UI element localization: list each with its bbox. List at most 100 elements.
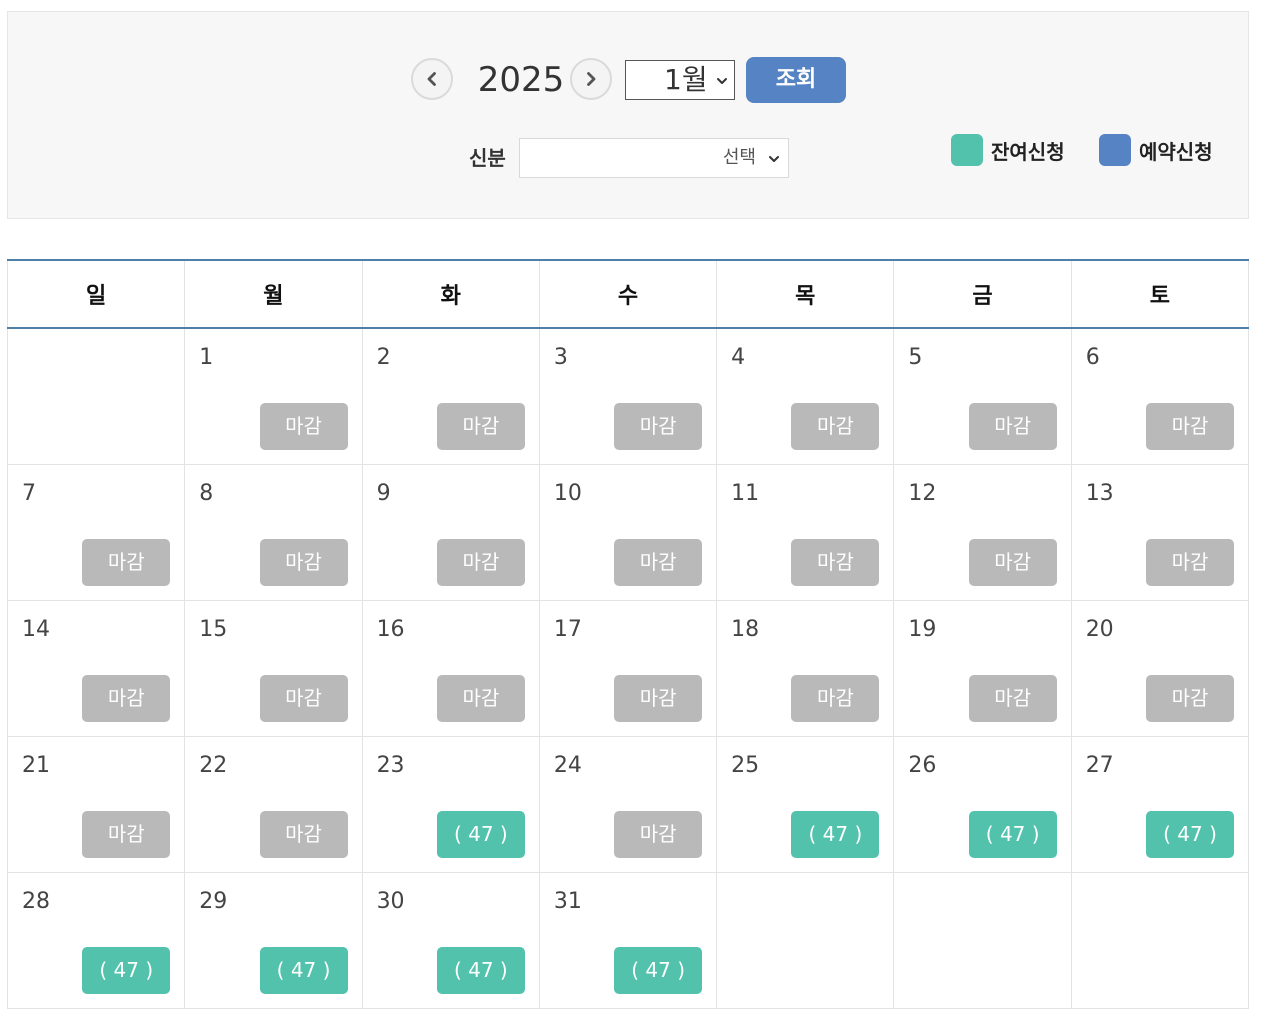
closed-slot-badge: 마감 bbox=[614, 810, 703, 858]
day-number: 5 bbox=[908, 345, 923, 370]
day-number: 8 bbox=[199, 480, 214, 506]
day-number: 10 bbox=[553, 480, 582, 506]
closed-slot-badge: 마감 bbox=[259, 403, 348, 450]
closed-slot-badge: 마감 bbox=[259, 538, 348, 586]
calendar-week-row: 1 마감 2 마감 3 마감 4 마감 5 마감 6 마감 bbox=[6, 327, 1250, 465]
calendar-day-cell: 10 마감 bbox=[538, 463, 718, 601]
calendar-week-row: 21 마감 22 마감 23 ( 47 ) 24 마감 25 ( 47 ) 26 ( 47 ) 27 ( … bbox=[6, 735, 1250, 873]
closed-slot-badge: 마감 bbox=[436, 538, 525, 586]
day-number: 19 bbox=[908, 616, 937, 642]
day-number: 3 bbox=[553, 345, 568, 370]
apply-slot-button[interactable]: ( 47 ) bbox=[1146, 810, 1234, 858]
chevron-down-icon bbox=[717, 78, 727, 84]
calendar-day-cell: 18 마감 bbox=[716, 599, 895, 737]
calendar-day-cell: 30 ( 47 ) bbox=[361, 871, 540, 1009]
calendar-day-cell: 5 마감 bbox=[893, 327, 1072, 465]
month-select-value: 1월 bbox=[664, 63, 708, 96]
calendar-day-cell: 15 마감 bbox=[184, 599, 363, 737]
closed-slot-badge: 마감 bbox=[436, 403, 525, 450]
weekday-header: 월 bbox=[184, 260, 363, 329]
day-number: 31 bbox=[553, 888, 582, 914]
search-panel: 2025 1월 조회 신분 선택 잔여신청 예약신청 bbox=[7, 11, 1249, 219]
legend-label-remaining: 잔여신청 bbox=[991, 139, 1065, 164]
legend-remaining: 잔여신청 bbox=[951, 134, 1065, 166]
closed-slot-badge: 마감 bbox=[82, 810, 171, 858]
calendar-day-cell: 9 마감 bbox=[361, 463, 540, 601]
legend-swatch-remaining bbox=[951, 134, 983, 166]
day-number: 13 bbox=[1085, 480, 1114, 506]
day-number: 12 bbox=[908, 480, 937, 506]
status-select[interactable]: 선택 bbox=[519, 138, 789, 178]
calendar-empty-cell bbox=[716, 871, 895, 1009]
weekday-header-row: 일월화수목금토 bbox=[6, 260, 1250, 329]
day-number: 30 bbox=[376, 888, 405, 914]
month-select[interactable]: 1월 bbox=[625, 60, 735, 100]
apply-slot-button[interactable]: ( 47 ) bbox=[791, 810, 880, 858]
calendar-week-row: 7 마감 8 마감 9 마감 10 마감 11 마감 12 마감 13 마감 bbox=[6, 463, 1250, 601]
day-number: 28 bbox=[22, 888, 50, 914]
chevron-left-icon bbox=[427, 72, 436, 86]
apply-slot-button[interactable]: ( 47 ) bbox=[968, 810, 1057, 858]
day-number: 11 bbox=[731, 480, 760, 506]
calendar-day-cell: 8 마감 bbox=[184, 463, 363, 601]
calendar-day-cell: 27 ( 47 ) bbox=[1070, 735, 1250, 873]
calendar-day-cell: 24 마감 bbox=[538, 735, 718, 873]
search-button[interactable]: 조회 bbox=[746, 57, 846, 103]
calendar-day-cell: 28 ( 47 ) bbox=[6, 871, 186, 1009]
day-number: 18 bbox=[731, 616, 760, 642]
closed-slot-badge: 마감 bbox=[259, 674, 348, 722]
apply-slot-button[interactable]: ( 47 ) bbox=[436, 810, 525, 858]
chevron-down-icon bbox=[769, 156, 779, 162]
apply-slot-button[interactable]: ( 47 ) bbox=[436, 946, 525, 994]
closed-slot-badge: 마감 bbox=[968, 403, 1057, 450]
closed-slot-badge: 마감 bbox=[82, 538, 171, 586]
status-label: 신분 bbox=[469, 146, 506, 170]
day-number: 6 bbox=[1085, 345, 1100, 370]
calendar-day-cell: 23 ( 47 ) bbox=[361, 735, 540, 873]
closed-slot-badge: 마감 bbox=[1146, 674, 1234, 722]
next-year-button[interactable] bbox=[570, 58, 612, 100]
closed-slot-badge: 마감 bbox=[791, 538, 880, 586]
calendar-day-cell: 29 ( 47 ) bbox=[184, 871, 363, 1009]
closed-slot-badge: 마감 bbox=[1146, 538, 1234, 586]
closed-slot-badge: 마감 bbox=[791, 674, 880, 722]
calendar-day-cell: 11 마감 bbox=[716, 463, 895, 601]
weekday-header: 화 bbox=[361, 260, 540, 329]
calendar: 일월화수목금토 1 마감 2 마감 3 마감 4 마감 5 마감 6 마감 7 마감 8 마감 9 마감 10 마감 1… bbox=[6, 259, 1250, 1009]
weekday-header: 일 bbox=[6, 260, 186, 329]
closed-slot-badge: 마감 bbox=[614, 403, 703, 450]
legend-swatch-reservation bbox=[1099, 134, 1131, 166]
calendar-empty-cell bbox=[893, 871, 1072, 1009]
apply-slot-button[interactable]: ( 47 ) bbox=[614, 946, 703, 994]
day-number: 9 bbox=[376, 480, 391, 506]
closed-slot-badge: 마감 bbox=[1146, 403, 1234, 450]
day-number: 21 bbox=[22, 752, 50, 778]
closed-slot-badge: 마감 bbox=[259, 810, 348, 858]
apply-slot-button[interactable]: ( 47 ) bbox=[82, 946, 171, 994]
calendar-empty-cell bbox=[6, 327, 186, 465]
status-select-value: 선택 bbox=[722, 147, 756, 168]
calendar-day-cell: 17 마감 bbox=[538, 599, 718, 737]
calendar-day-cell: 1 마감 bbox=[184, 327, 363, 465]
day-number: 2 bbox=[376, 345, 391, 370]
prev-year-button[interactable] bbox=[411, 58, 453, 100]
calendar-day-cell: 20 마감 bbox=[1070, 599, 1250, 737]
weekday-header: 목 bbox=[716, 260, 895, 329]
closed-slot-badge: 마감 bbox=[968, 674, 1057, 722]
day-number: 24 bbox=[553, 752, 582, 778]
closed-slot-badge: 마감 bbox=[82, 674, 171, 722]
calendar-day-cell: 13 마감 bbox=[1070, 463, 1250, 601]
day-number: 16 bbox=[376, 616, 405, 642]
calendar-week-row: 28 ( 47 ) 29 ( 47 ) 30 ( 47 ) 31 ( 47 ) bbox=[6, 871, 1250, 1009]
calendar-day-cell: 19 마감 bbox=[893, 599, 1072, 737]
day-number: 15 bbox=[199, 616, 228, 642]
closed-slot-badge: 마감 bbox=[436, 674, 525, 722]
day-number: 23 bbox=[376, 752, 405, 778]
day-number: 26 bbox=[908, 752, 937, 778]
day-number: 27 bbox=[1085, 752, 1114, 778]
calendar-day-cell: 22 마감 bbox=[184, 735, 363, 873]
calendar-day-cell: 26 ( 47 ) bbox=[893, 735, 1072, 873]
calendar-day-cell: 25 ( 47 ) bbox=[716, 735, 895, 873]
calendar-body: 1 마감 2 마감 3 마감 4 마감 5 마감 6 마감 7 마감 8 마감 9 마감 10 마감 11 마감 12 마감 1… bbox=[6, 327, 1250, 1009]
apply-slot-button[interactable]: ( 47 ) bbox=[259, 946, 348, 994]
